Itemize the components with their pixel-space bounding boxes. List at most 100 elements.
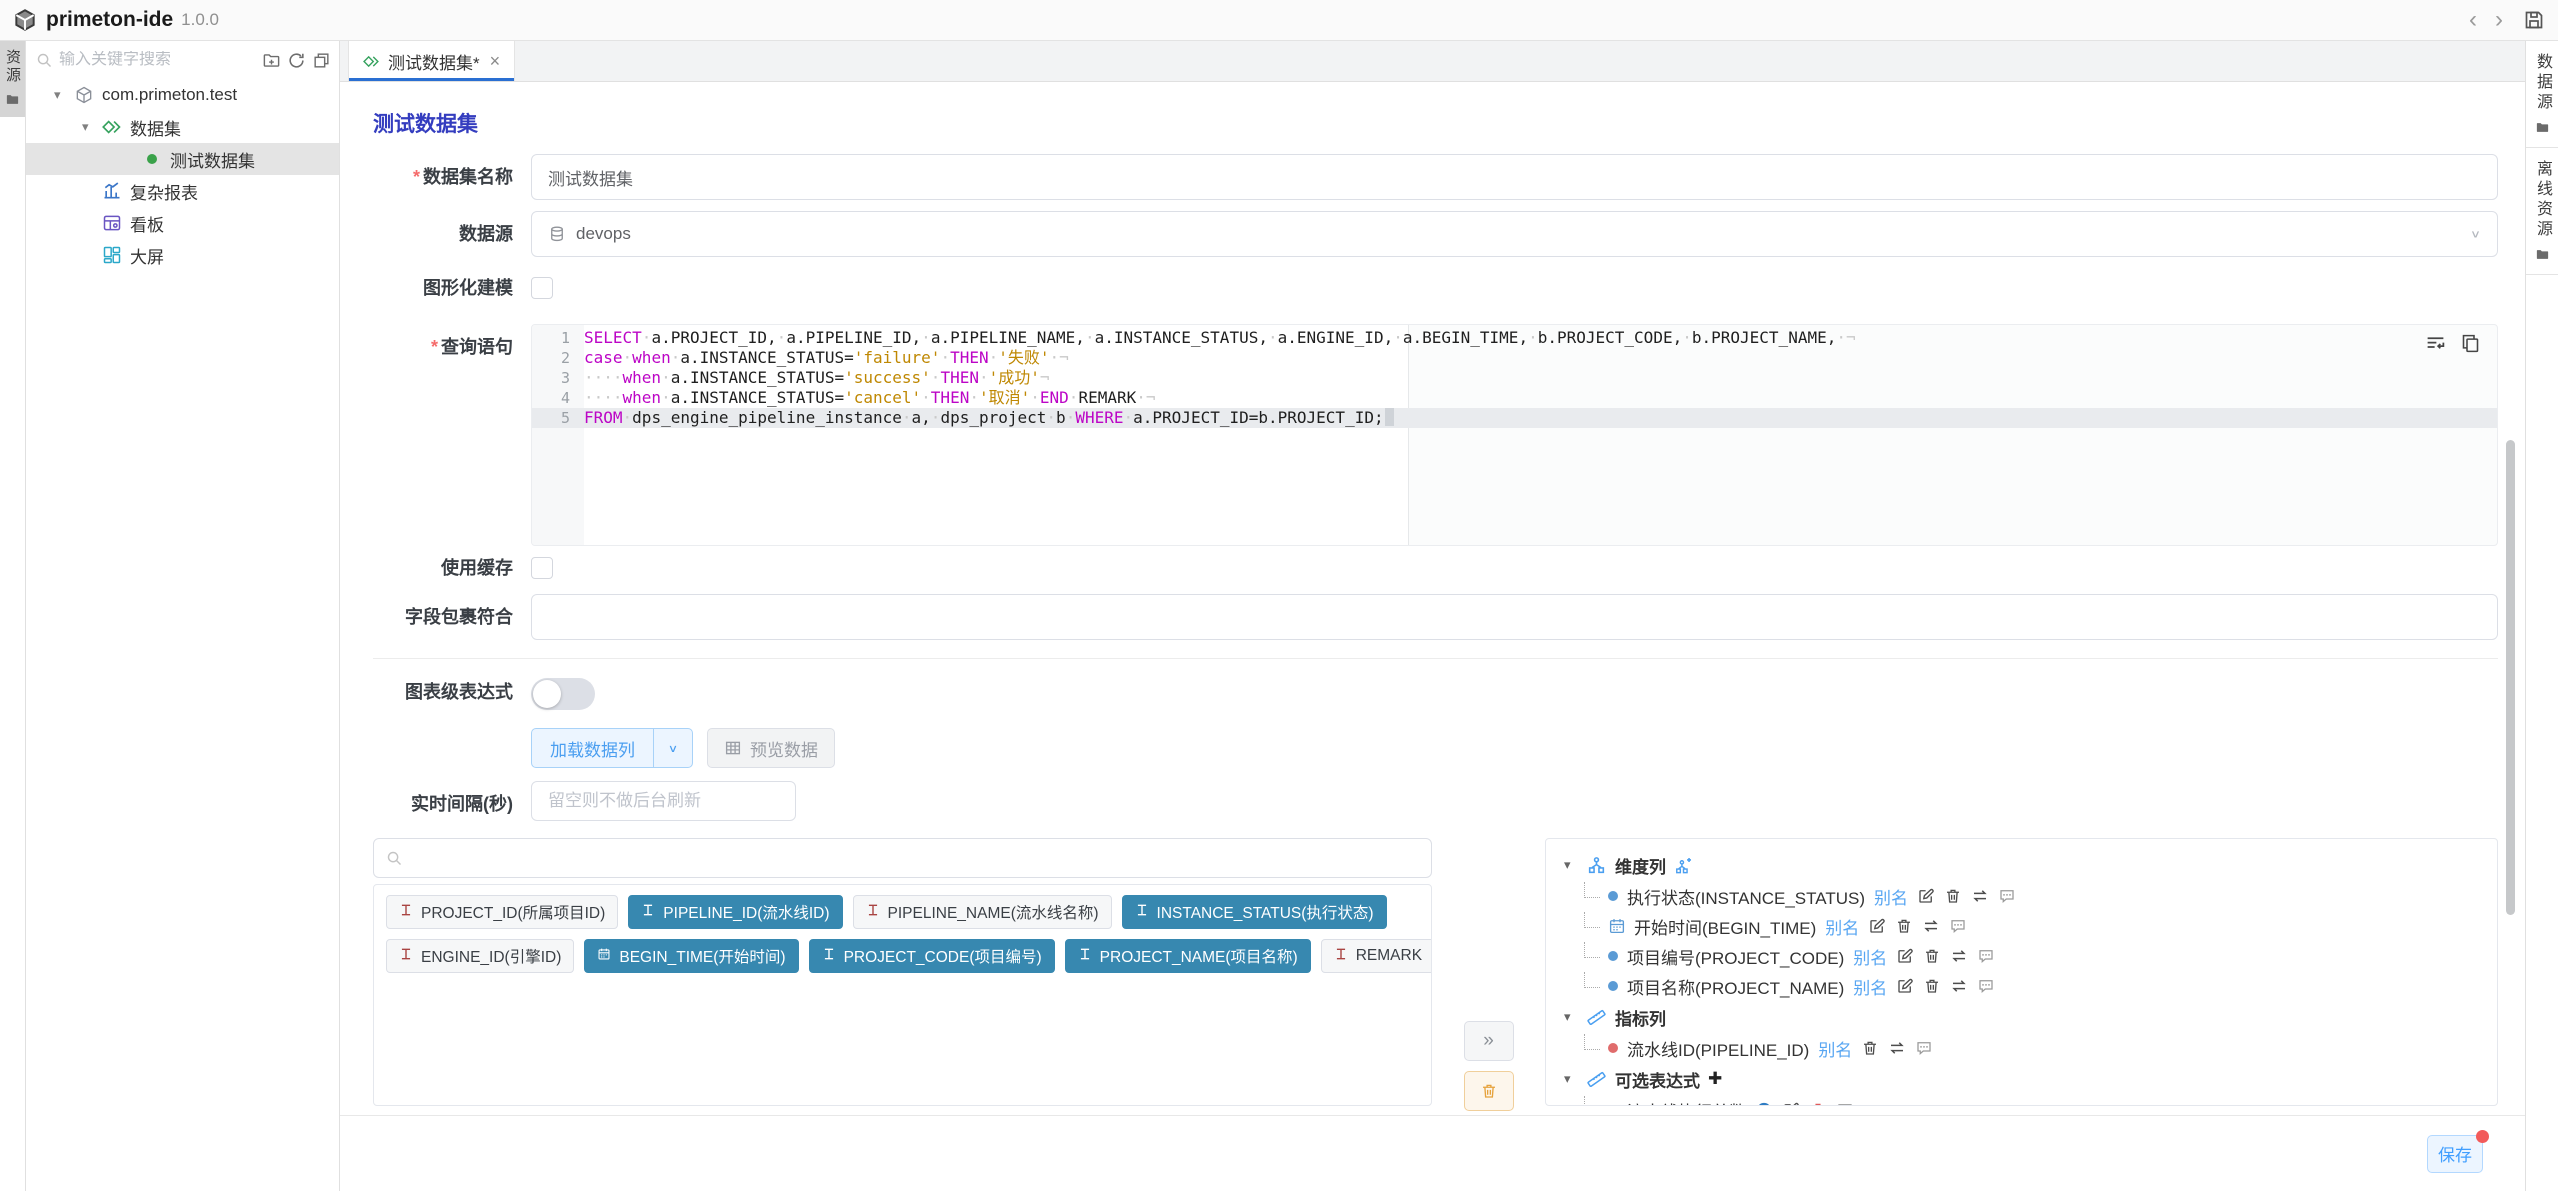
delete-icon[interactable] (1923, 947, 1941, 965)
preview-data-button[interactable]: 预览数据 (707, 728, 835, 768)
comment-icon[interactable] (1915, 1039, 1933, 1057)
tree-item-big-screen[interactable]: 大屏 (26, 239, 339, 271)
tree-connector (1584, 882, 1600, 898)
columns-search-box[interactable] (373, 838, 1432, 878)
tree-item-dataset-group[interactable]: ▾数据集 (26, 111, 339, 143)
new-folder-icon[interactable] (262, 51, 281, 70)
column-item: 执行状态(INSTANCE_STATUS)别名 (1584, 881, 2479, 911)
chip-label: ENGINE_ID(引擎ID) (421, 945, 561, 967)
sql-editor[interactable]: 1SELECT·a.PROJECT_ID,·a.PIPELINE_ID,·a.P… (531, 324, 2498, 546)
title-bar: primeton-ide 1.0.0 ‹ › (0, 0, 2558, 41)
blue-bullet (1608, 951, 1618, 961)
dataset-icon (102, 117, 122, 137)
chevron-down-icon[interactable]: ∨ (654, 742, 692, 755)
chip-label: PIPELINE_NAME(流水线名称) (888, 901, 1099, 923)
sql-line[interactable]: 5FROM·dps_engine_pipeline_instance·a,·dp… (532, 408, 2497, 428)
nav-forward-icon[interactable]: › (2486, 8, 2512, 32)
column-chip[interactable]: PIPELINE_ID(流水线ID) (628, 895, 842, 929)
sql-line[interactable]: 4····when·a.INSTANCE_STATUS='cancel'·THE… (532, 388, 2497, 408)
edit-icon[interactable] (1896, 947, 1914, 965)
tree-item-complex-report[interactable]: 复杂报表 (26, 175, 339, 207)
dimension-icon (1586, 855, 1607, 876)
column-chip[interactable]: REMARK (1321, 939, 1432, 973)
alias-link[interactable]: 别名 (1874, 884, 1908, 909)
edit-icon[interactable] (1868, 917, 1886, 935)
caret-down-icon[interactable]: ▾ (1564, 1009, 1578, 1025)
alias-link[interactable]: 别名 (1825, 914, 1859, 939)
chart-expression-toggle[interactable] (531, 678, 595, 710)
caret-down-icon[interactable]: ▾ (54, 87, 74, 103)
alias-link[interactable]: 别名 (1853, 974, 1887, 999)
offline-resources-panel-toggle[interactable]: 离线资源 (2526, 148, 2558, 275)
tree-item-board[interactable]: 看板 (26, 207, 339, 239)
column-chip[interactable]: INSTANCE_STATUS(执行状态) (1122, 895, 1387, 929)
use-cache-checkbox[interactable] (531, 557, 553, 579)
edit-icon[interactable] (1782, 1101, 1800, 1106)
copy-sql-icon[interactable] (2460, 333, 2481, 354)
caret-down-icon[interactable]: ▾ (1564, 1071, 1578, 1087)
offline-resources-strip-label: 离线资源 (2530, 160, 2554, 240)
sidebar-search-input[interactable] (59, 51, 256, 69)
save-button[interactable]: 保存 (2427, 1135, 2483, 1173)
add-expression-icon[interactable]: ✚ (1708, 1069, 1722, 1089)
column-chip[interactable]: PIPELINE_NAME(流水线名称) (853, 895, 1112, 929)
comment-icon[interactable] (1836, 1101, 1854, 1106)
save-all-icon[interactable] (2522, 8, 2546, 32)
move-right-button[interactable]: » (1464, 1021, 1514, 1061)
caret-down-icon[interactable]: ▾ (1564, 857, 1578, 873)
column-chip[interactable]: BEGIN_TIME(开始时间) (584, 939, 798, 973)
realtime-interval-input[interactable] (531, 781, 796, 821)
graphical-modeling-checkbox[interactable] (531, 277, 553, 299)
alias-link[interactable]: 别名 (1853, 944, 1887, 969)
content-scrollbar[interactable] (2506, 440, 2515, 915)
refresh-icon[interactable] (287, 51, 306, 70)
tab-close-icon[interactable]: × (490, 51, 501, 72)
text-type-icon (1078, 947, 1092, 966)
delete-icon[interactable] (1923, 977, 1941, 995)
column-chip[interactable]: PROJECT_CODE(项目编号) (809, 939, 1055, 973)
delete-icon[interactable] (1895, 917, 1913, 935)
format-sql-icon[interactable] (2425, 333, 2446, 354)
column-chip[interactable]: PROJECT_ID(所属项目ID) (386, 895, 618, 929)
column-item: 流水线执行总数 (1584, 1095, 2479, 1106)
metric-icon (1586, 1007, 1607, 1028)
field-wrapper-input[interactable] (531, 594, 2498, 640)
edit-icon[interactable] (1917, 887, 1935, 905)
swap-icon[interactable] (1922, 917, 1940, 935)
nav-back-icon[interactable]: ‹ (2460, 8, 2486, 32)
right-activity-bar: 数据源 离线资源 (2525, 41, 2558, 1191)
alias-link[interactable]: 别名 (1818, 1036, 1852, 1061)
tree-item-package[interactable]: ▾com.primeton.test (26, 79, 339, 111)
delete-icon[interactable] (1809, 1101, 1827, 1106)
delete-icon[interactable] (1861, 1039, 1879, 1057)
column-chip[interactable]: PROJECT_NAME(项目名称) (1065, 939, 1311, 973)
add-dimension-icon[interactable] (1674, 856, 1693, 875)
comment-icon[interactable] (1977, 977, 1995, 995)
comment-icon[interactable] (1998, 887, 2016, 905)
comment-icon[interactable] (1977, 947, 1995, 965)
caret-down-icon[interactable]: ▾ (82, 119, 102, 135)
text-type-icon (1334, 947, 1348, 966)
sql-line[interactable]: 2case·when·a.INSTANCE_STATUS='failure'·T… (532, 348, 2497, 368)
tree-item-test-dataset[interactable]: 测试数据集 (26, 143, 339, 175)
sql-line[interactable]: 3····when·a.INSTANCE_STATUS='success'·TH… (532, 368, 2497, 388)
tab-bar: 测试数据集* × (340, 41, 2525, 82)
swap-icon[interactable] (1950, 947, 1968, 965)
tab-test-dataset[interactable]: 测试数据集* × (348, 41, 515, 81)
info-icon[interactable] (1755, 1101, 1773, 1106)
resources-panel-toggle[interactable]: 资源 (0, 41, 25, 117)
collapse-icon[interactable] (312, 51, 331, 70)
swap-icon[interactable] (1971, 887, 1989, 905)
swap-icon[interactable] (1888, 1039, 1906, 1057)
dataset-name-input[interactable] (531, 154, 2498, 200)
datasource-panel-toggle[interactable]: 数据源 (2526, 41, 2558, 148)
delete-columns-button[interactable] (1464, 1071, 1514, 1111)
swap-icon[interactable] (1950, 977, 1968, 995)
column-chip[interactable]: ENGINE_ID(引擎ID) (386, 939, 574, 973)
sql-line[interactable]: 1SELECT·a.PROJECT_ID,·a.PIPELINE_ID,·a.P… (532, 328, 2497, 348)
datasource-select[interactable]: devops ∨ (531, 211, 2498, 257)
comment-icon[interactable] (1949, 917, 1967, 935)
load-columns-button[interactable]: 加载数据列 ∨ (531, 728, 693, 768)
edit-icon[interactable] (1896, 977, 1914, 995)
delete-icon[interactable] (1944, 887, 1962, 905)
